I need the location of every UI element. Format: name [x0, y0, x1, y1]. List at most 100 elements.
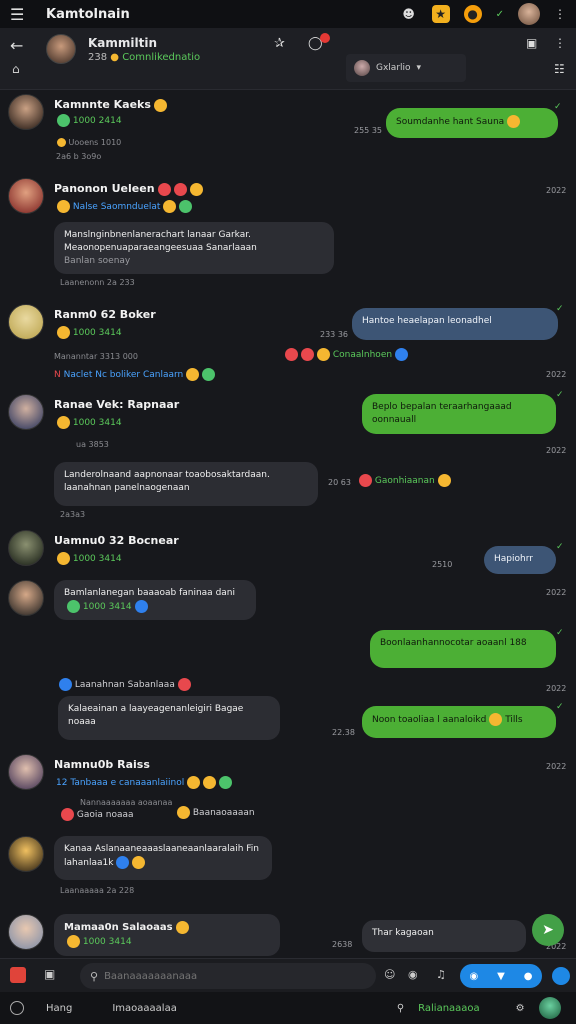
- panel-avatar: [354, 60, 370, 76]
- notification-icon[interactable]: ◯: [308, 33, 330, 51]
- mic-icon[interactable]: ♫: [436, 968, 446, 981]
- bottom-left-label[interactable]: Hang: [46, 1003, 72, 1014]
- incoming-bubble[interactable]: Manslnginbnenlanerachart lanaar Garkar. …: [54, 222, 334, 274]
- back-arrow-icon[interactable]: ←: [10, 36, 23, 55]
- gallery-icon[interactable]: ▣: [526, 36, 537, 50]
- incoming-bubble[interactable]: Landerolnaand aapnonaar toaobosaktardaan…: [54, 462, 318, 506]
- emoji-icon: [67, 935, 80, 948]
- meta-text: Uooens 1010: [54, 138, 121, 147]
- check-icon: ✓: [495, 8, 504, 20]
- avatar[interactable]: [8, 914, 44, 950]
- avatar[interactable]: [8, 754, 44, 790]
- more-icon[interactable]: ⋮: [554, 7, 566, 21]
- outgoing-bubble[interactable]: Thar kagaoan: [362, 920, 526, 952]
- outgoing-bubble[interactable]: Hantoe heaelapan leonadhel: [352, 308, 558, 340]
- message-input[interactable]: [104, 970, 365, 982]
- chevron-down-icon[interactable]: ▼: [497, 971, 505, 982]
- pin-icon[interactable]: ✰: [274, 36, 285, 51]
- emoji-picker-icon[interactable]: ☺: [384, 968, 395, 981]
- emoji-icon: [134, 600, 148, 613]
- emoji-icon: [187, 776, 201, 789]
- emoji-icon: [489, 713, 503, 726]
- send-button[interactable]: [552, 967, 570, 985]
- person-icon[interactable]: ☻: [400, 5, 418, 23]
- avatar[interactable]: [8, 94, 44, 130]
- incoming-bubble[interactable]: Kalaeainan a laayeagenanleigiri Bagae no…: [58, 696, 280, 740]
- emoji-icon: [219, 776, 233, 789]
- sender-sub: 1000 3414: [54, 416, 122, 429]
- bottom-right-label[interactable]: Ralianaaaoa: [418, 1003, 480, 1014]
- emoji-icon: [186, 368, 200, 381]
- avatar[interactable]: [8, 394, 44, 430]
- emoji-icon: [57, 416, 70, 429]
- camera-icon[interactable]: [10, 1001, 24, 1015]
- bottom-mid-label[interactable]: Imaoaaaalaa: [112, 1003, 176, 1014]
- outgoing-bubble[interactable]: Soumdanhe hant Sauna: [386, 108, 558, 138]
- meta-text: ua 3853: [76, 440, 109, 449]
- message-list[interactable]: Kamnnte Kaeks 1000 2414 Uooens 1010 2a6 …: [0, 90, 576, 956]
- timestamp: 2022: [546, 684, 567, 693]
- emoji-icon: [153, 98, 167, 112]
- read-tick-icon: ✓: [556, 304, 564, 314]
- avatar[interactable]: [8, 178, 44, 214]
- orange-badge-icon[interactable]: ●: [463, 5, 482, 23]
- reaction-meta: Baanaoaaaan: [174, 806, 255, 819]
- home-icon[interactable]: ⌂: [12, 62, 20, 76]
- composer-bar: ▣ ⚲ ☺ ◉ ♫ ◉ ▼ ●: [0, 958, 576, 992]
- send-action-group[interactable]: ◉ ▼ ●: [460, 964, 542, 988]
- emoji-icon: [203, 776, 217, 789]
- emoji-icon: [67, 600, 80, 613]
- avatar[interactable]: [8, 304, 44, 340]
- sender-sub: 1000 3414: [54, 552, 122, 565]
- sender-name: Kamnnte Kaeks: [54, 98, 167, 112]
- sender-name: Panonon Ueleen: [54, 182, 203, 196]
- menu-icon[interactable]: ☰: [10, 5, 28, 24]
- reaction-icon: [359, 474, 372, 487]
- emoji-icon: [59, 678, 72, 691]
- app-title: Kamtolnain: [46, 6, 130, 22]
- pinned-panel[interactable]: Gxlarlio ▾: [346, 54, 466, 82]
- meta-text: N Naclet Nc boliker Canlaarn: [54, 368, 216, 381]
- meta-text: Nannaaaaaaa aoaanaa: [80, 798, 173, 807]
- small-emoji-icon: [57, 138, 66, 147]
- chat-app: ☰ Kamtolnain ☻ ★ ● ✓ ⋮ ← ⌂ Kammiltin 238…: [0, 0, 576, 1024]
- subtitle-count: 238: [88, 52, 108, 63]
- sender-sub: Nalse Saomnduelat: [54, 200, 193, 213]
- incoming-bubble[interactable]: Kanaa Aslanaaneaaaslaaneaanlaaralaih Fin…: [54, 836, 272, 880]
- read-tick-icon: ✓: [556, 390, 564, 400]
- emoji-icon: [179, 200, 193, 213]
- timestamp: 20 63: [328, 478, 351, 487]
- yellow-badge-icon[interactable]: ★: [431, 5, 450, 23]
- chat-avatar[interactable]: [46, 34, 76, 64]
- profile-avatar[interactable]: [538, 997, 561, 1019]
- outgoing-bubble[interactable]: Beplo bepalan teraarhangaaad oonnauall: [362, 394, 556, 434]
- message-input-wrapper: ⚲: [80, 963, 376, 989]
- outgoing-bubble[interactable]: Hapiohrr: [484, 546, 556, 574]
- compose-fab-button[interactable]: ➤: [532, 914, 564, 946]
- emoji-icon: [116, 856, 130, 869]
- reaction-icon: [395, 348, 409, 361]
- sticker-icon[interactable]: ◉: [408, 968, 418, 981]
- outgoing-bubble[interactable]: Boonlaanhannocotar aoaanl 188: [370, 630, 556, 668]
- more-options-icon[interactable]: ⋮: [554, 36, 566, 50]
- avatar[interactable]: [8, 530, 44, 566]
- dropdown-icon: ▾: [416, 63, 422, 73]
- incoming-bubble[interactable]: Bamlanlanegan baaaoab faninaa dani 1000 …: [54, 580, 256, 620]
- incoming-bubble[interactable]: Mamaa0n Salaoaas 1000 3414: [54, 914, 280, 956]
- globe-icon[interactable]: ●: [524, 971, 533, 982]
- profile-avatar[interactable]: [518, 3, 540, 25]
- search-icon[interactable]: ⚲: [397, 1003, 404, 1014]
- timestamp: 2022: [546, 370, 567, 379]
- sender-name: Namnu0b Raiss: [54, 758, 150, 771]
- read-tick-icon: ✓: [556, 628, 564, 638]
- avatar[interactable]: [8, 836, 44, 872]
- attach-icon[interactable]: ▣: [44, 967, 55, 981]
- emoji-icon: [61, 808, 74, 821]
- avatar[interactable]: [8, 580, 44, 616]
- settings-icon[interactable]: ⚙: [516, 1003, 525, 1014]
- timestamp: 2638: [332, 940, 353, 949]
- outgoing-bubble[interactable]: Noon toaoliaa l aanaloikd Tills: [362, 706, 556, 738]
- red-app-icon[interactable]: [10, 967, 26, 983]
- camera-icon[interactable]: ◉: [469, 971, 478, 982]
- grid-icon[interactable]: ☷: [554, 62, 565, 76]
